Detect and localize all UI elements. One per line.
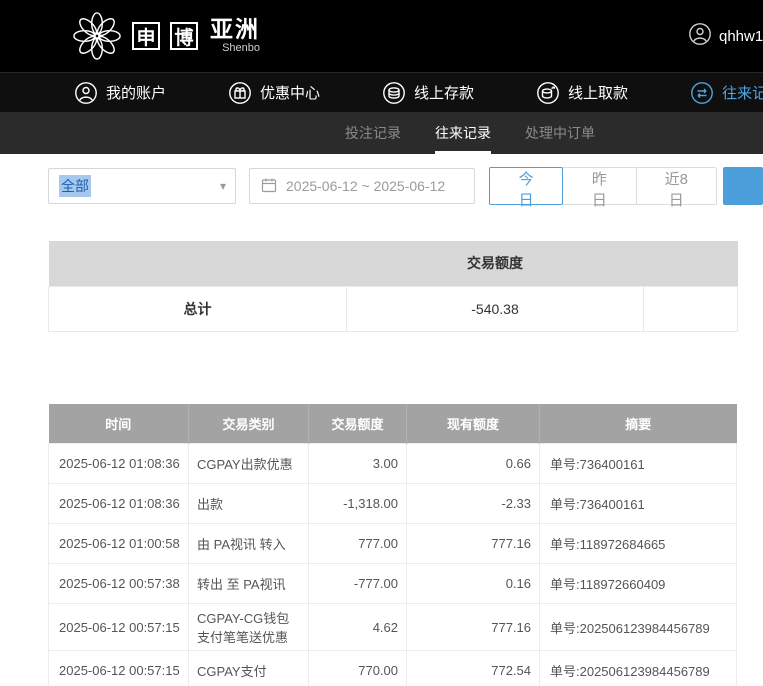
summary-empty-cell	[644, 286, 738, 331]
user-menu[interactable]: qhhw1	[688, 0, 763, 72]
table-cell: 2025-06-12 01:08:36	[49, 444, 189, 484]
summary-table: 交易额度 总计 -540.38	[48, 241, 738, 332]
nav-item-label: 我的账户	[106, 82, 166, 103]
logo-subtitle: Shenbo	[222, 43, 260, 54]
table-cell: 777.16	[407, 524, 540, 564]
summary-header-empty	[644, 241, 738, 286]
tab-processing-orders[interactable]: 处理中订单	[525, 112, 595, 154]
deposit-coin-icon	[382, 81, 406, 105]
transfer-records-icon	[690, 81, 714, 105]
last-8-days-button[interactable]: 近8日	[636, 167, 718, 205]
date-range-value: 2025-06-12 ~ 2025-06-12	[286, 178, 445, 194]
summary-header-row: 交易额度	[49, 241, 738, 286]
main-nav: 我的账户 优惠中心 线上存款	[0, 72, 763, 112]
user-avatar-icon	[688, 22, 712, 50]
date-range-input[interactable]: 2025-06-12 ~ 2025-06-12	[249, 168, 475, 204]
yesterday-button[interactable]: 昨日	[562, 167, 636, 205]
table-cell: 2025-06-12 01:08:36	[49, 484, 189, 524]
table-cell: 出款	[189, 484, 309, 524]
nav-item-deposit[interactable]: 线上存款	[382, 81, 474, 105]
page: 申 博 亚洲 Shenbo qhhw1	[0, 0, 763, 686]
logo-char-bo: 博	[170, 22, 198, 50]
logo-char-shen: 申	[132, 22, 160, 50]
table-cell: CGPAY支付	[189, 651, 309, 686]
tab-transaction-records[interactable]: 往来记录	[435, 112, 491, 154]
column-header: 交易额度	[309, 404, 407, 444]
table-cell: 777.16	[407, 604, 540, 651]
today-button[interactable]: 今日	[489, 167, 563, 205]
nav-item-label: 往来记录	[722, 82, 763, 103]
username: qhhw1	[719, 28, 763, 45]
chevron-down-icon: ▾	[220, 179, 226, 193]
nav-item-withdraw[interactable]: 线上取款	[536, 81, 628, 105]
table-cell: 单号:118972684665	[540, 524, 737, 564]
calendar-icon	[261, 177, 277, 196]
summary-total-value: -540.38	[347, 286, 644, 331]
table-cell: CGPAY-CG钱包支付笔笔送优惠	[189, 604, 309, 651]
table-cell: 单号:736400161	[540, 484, 737, 524]
table-row: 2025-06-12 00:57:15CGPAY支付770.00772.54单号…	[49, 651, 737, 686]
table-cell: 772.54	[407, 651, 540, 686]
table-cell: 2025-06-12 01:00:58	[49, 524, 189, 564]
search-button-partial[interactable]	[723, 167, 763, 205]
table-cell: -2.33	[407, 484, 540, 524]
summary-total-row: 总计 -540.38	[49, 286, 738, 331]
table-row: 2025-06-12 01:00:58由 PA视讯 转入777.00777.16…	[49, 524, 737, 564]
nav-item-label: 线上存款	[414, 82, 474, 103]
column-header: 交易类别	[189, 404, 309, 444]
logo-region-text: 亚洲	[210, 18, 260, 41]
table-cell: 单号:202506123984456789	[540, 604, 737, 651]
table-cell: 转出 至 PA视讯	[189, 564, 309, 604]
table-cell: 3.00	[309, 444, 407, 484]
table-cell: 777.00	[309, 524, 407, 564]
table-cell: 单号:736400161	[540, 444, 737, 484]
logo-region: 亚洲 Shenbo	[210, 18, 260, 54]
filter-bar: 全部 ▾ 2025-06-12 ~ 2025-06-12 今日 昨日 近8日	[48, 167, 763, 205]
site-logo[interactable]: 申 博 亚洲 Shenbo	[72, 11, 260, 61]
table-cell: 单号:118972660409	[540, 564, 737, 604]
column-header: 时间	[49, 404, 189, 444]
records-table: 时间交易类别交易额度现有额度摘要 2025-06-12 01:08:36CGPA…	[48, 404, 737, 686]
records-tbody: 2025-06-12 01:08:36CGPAY出款优惠3.000.66单号:7…	[49, 444, 737, 686]
table-cell: -777.00	[309, 564, 407, 604]
table-cell: 0.66	[407, 444, 540, 484]
table-cell: 4.62	[309, 604, 407, 651]
table-row: 2025-06-12 00:57:15CGPAY-CG钱包支付笔笔送优惠4.62…	[49, 604, 737, 651]
records-tab-bar: 投注记录 往来记录 处理中订单	[0, 112, 763, 154]
type-dropdown[interactable]: 全部 ▾	[48, 168, 236, 204]
summary-header-label: 交易额度	[347, 241, 644, 286]
nav-item-label: 优惠中心	[260, 82, 320, 103]
nav-item-label: 线上取款	[568, 82, 628, 103]
table-cell: -1,318.00	[309, 484, 407, 524]
table-cell: 2025-06-12 00:57:38	[49, 564, 189, 604]
top-header: 申 博 亚洲 Shenbo qhhw1	[0, 0, 763, 72]
tab-betting-records[interactable]: 投注记录	[345, 112, 401, 154]
summary-total-label: 总计	[49, 286, 347, 331]
table-cell: CGPAY出款优惠	[189, 444, 309, 484]
column-header: 摘要	[540, 404, 737, 444]
nav-item-my-account[interactable]: 我的账户	[74, 81, 166, 105]
table-cell: 770.00	[309, 651, 407, 686]
column-header: 现有额度	[407, 404, 540, 444]
table-cell: 2025-06-12 00:57:15	[49, 604, 189, 651]
table-cell: 单号:202506123984456789	[540, 651, 737, 686]
table-row: 2025-06-12 01:08:36出款-1,318.00-2.33单号:73…	[49, 484, 737, 524]
table-cell: 0.16	[407, 564, 540, 604]
type-dropdown-value: 全部	[59, 175, 91, 197]
table-row: 2025-06-12 01:08:36CGPAY出款优惠3.000.66单号:7…	[49, 444, 737, 484]
flower-logo-icon	[72, 11, 122, 61]
table-cell: 由 PA视讯 转入	[189, 524, 309, 564]
table-row: 2025-06-12 00:57:38转出 至 PA视讯-777.000.16单…	[49, 564, 737, 604]
user-icon	[74, 81, 98, 105]
nav-item-transaction-records[interactable]: 往来记录	[690, 81, 763, 105]
summary-header-empty	[49, 241, 347, 286]
gift-icon	[228, 81, 252, 105]
records-header-row: 时间交易类别交易额度现有额度摘要	[49, 404, 737, 444]
table-cell: 2025-06-12 00:57:15	[49, 651, 189, 686]
quick-date-buttons: 今日 昨日 近8日	[489, 167, 717, 205]
withdraw-coin-icon	[536, 81, 560, 105]
nav-item-promotions[interactable]: 优惠中心	[228, 81, 320, 105]
